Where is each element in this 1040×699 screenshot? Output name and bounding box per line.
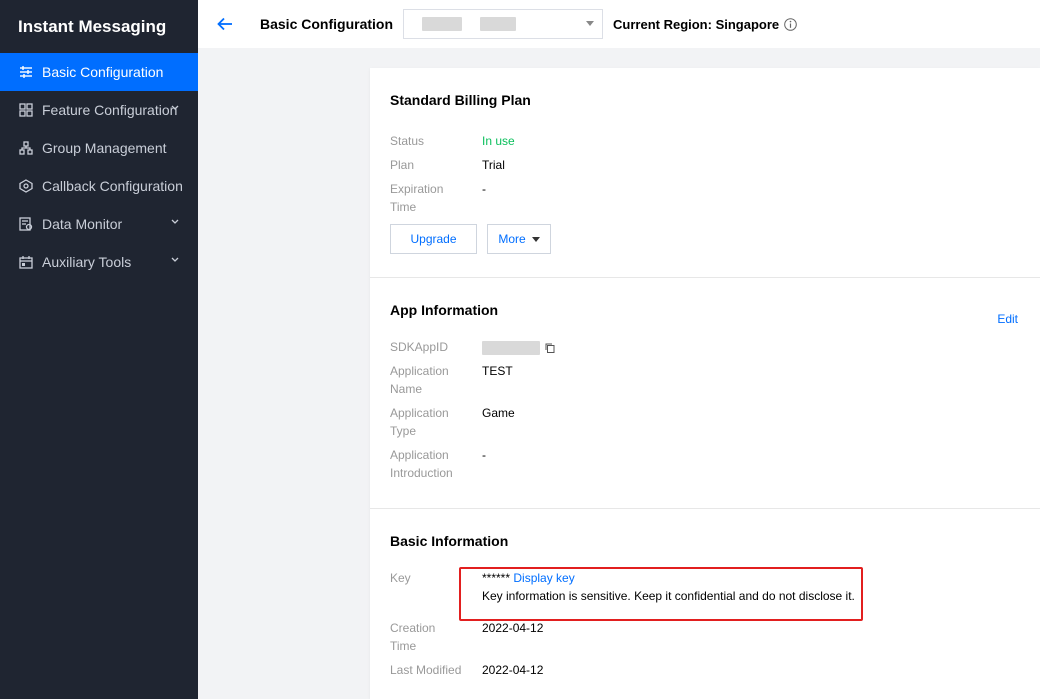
sliders-icon: [18, 64, 34, 80]
key-value: ****** Display key Key information is se…: [482, 569, 855, 605]
status-label: Status: [390, 134, 425, 148]
sidebar-item-group-management[interactable]: Group Management: [0, 129, 198, 167]
grid-icon: [18, 102, 34, 118]
info-icon[interactable]: [783, 17, 797, 31]
monitor-icon: [18, 216, 34, 232]
sidebar-item-label: Basic Configuration: [42, 64, 164, 80]
sidebar-item-label: Auxiliary Tools: [42, 254, 132, 270]
expiration-value: -: [482, 182, 486, 196]
sidebar-item-label: Data Monitor: [42, 216, 123, 232]
expiration-row: Expiration Time -: [390, 180, 1020, 216]
sidebar: Instant Messaging Basic Configuration Fe…: [0, 0, 198, 699]
region-label: Current Region: Singapore: [613, 16, 780, 32]
page-title: Basic Configuration: [260, 16, 394, 32]
content-panel: Standard Billing Plan Status In use Plan…: [370, 68, 1040, 699]
chevron-down-icon: [170, 103, 180, 113]
hierarchy-icon: [18, 140, 34, 156]
creation-time-label: Creation Time: [390, 621, 436, 653]
key-row: Key ****** Display key Key information i…: [390, 569, 1020, 605]
key-mask: ******: [482, 571, 511, 585]
sidebar-item-label: Feature Configuration: [42, 102, 178, 118]
sdkappid-value: [482, 338, 555, 356]
plan-label: Plan: [390, 158, 415, 172]
app-intro-label: Application Introduction: [390, 448, 453, 480]
app-intro-value: -: [482, 448, 486, 462]
chevron-down-icon: [170, 255, 180, 265]
plan-row: Plan Trial: [390, 156, 1020, 174]
redacted-app-id: [480, 17, 517, 31]
current-region: Current Region: Singapore: [613, 17, 797, 32]
last-modified-row: Last Modified 2022-04-12: [390, 661, 1020, 679]
sdkappid-row: SDKAppID: [390, 338, 1020, 356]
sidebar-item-feature-configuration[interactable]: Feature Configuration: [0, 91, 198, 129]
sidebar-item-label: Group Management: [42, 140, 167, 156]
back-arrow-icon[interactable]: [216, 15, 234, 33]
dropdown-arrow-icon: [531, 236, 540, 242]
callback-icon: [18, 178, 34, 194]
plan-value: Trial: [482, 158, 505, 172]
creation-time-value: 2022-04-12: [482, 621, 544, 635]
more-button[interactable]: More: [487, 224, 551, 254]
sidebar-item-auxiliary-tools[interactable]: Auxiliary Tools: [0, 243, 198, 281]
sidebar-item-data-monitor[interactable]: Data Monitor: [0, 205, 198, 243]
creation-time-row: Creation Time 2022-04-12: [390, 619, 1020, 655]
status-value: In use: [482, 134, 515, 148]
billing-actions: Upgrade More: [390, 224, 1020, 254]
copy-icon[interactable]: [545, 343, 555, 353]
dropdown-arrow-icon: [586, 21, 595, 26]
billing-section-title: Standard Billing Plan: [390, 92, 531, 108]
redacted-app-name: [422, 17, 463, 31]
app-type-value: Game: [482, 406, 515, 420]
billing-plan-section: Standard Billing Plan Status In use Plan…: [370, 68, 1040, 278]
edit-link[interactable]: Edit: [997, 312, 1018, 326]
app-selector[interactable]: [403, 9, 604, 39]
basic-information-section: Basic Information Key ****** Display key…: [370, 509, 1040, 699]
calendar-icon: [18, 254, 34, 270]
key-warning: Key information is sensitive. Keep it co…: [482, 589, 855, 603]
sidebar-item-callback-configuration[interactable]: Callback Configuration: [0, 167, 198, 205]
sidebar-item-basic-configuration[interactable]: Basic Configuration: [0, 53, 198, 91]
product-title: Instant Messaging: [18, 16, 167, 36]
redacted-sdkappid: [482, 340, 540, 355]
sidebar-item-label: Callback Configuration: [42, 178, 183, 194]
basic-info-section-title: Basic Information: [390, 533, 509, 549]
upgrade-button[interactable]: Upgrade: [390, 224, 477, 254]
expiration-label: Expiration Time: [390, 182, 444, 214]
top-bar: Basic Configuration Current Region: Sing…: [198, 0, 1040, 48]
app-information-section: App Information Edit SDKAppID Applicatio…: [370, 278, 1040, 509]
app-type-label: Application Type: [390, 406, 449, 438]
status-row: Status In use: [390, 132, 1020, 150]
app-name-label: Application Name: [390, 364, 449, 396]
app-intro-row: Application Introduction -: [390, 446, 1020, 482]
last-modified-value: 2022-04-12: [482, 663, 544, 677]
display-key-link[interactable]: Display key: [513, 571, 574, 585]
app-info-section-title: App Information: [390, 302, 499, 318]
app-name-row: Application Name TEST: [390, 362, 1020, 398]
last-modified-label: Last Modified: [390, 663, 462, 677]
more-button-label: More: [498, 232, 526, 246]
app-type-row: Application Type Game: [390, 404, 1020, 440]
key-label: Key: [390, 571, 411, 585]
chevron-down-icon: [170, 217, 180, 227]
sdkappid-label: SDKAppID: [390, 340, 449, 354]
app-name-value: TEST: [482, 364, 513, 378]
